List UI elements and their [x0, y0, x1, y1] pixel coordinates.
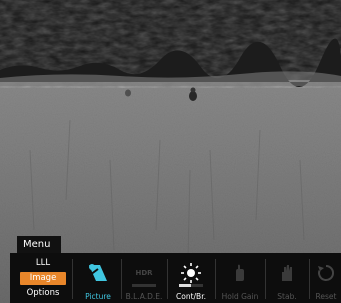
divider	[121, 259, 122, 299]
blade-label: B.L.A.D.E.	[125, 292, 163, 301]
image-menu-bar: LLL Image Options Picture HDR B.L.A.D.E.	[10, 253, 341, 303]
picture-button[interactable]: Picture	[77, 253, 119, 303]
reset-label: Reset	[315, 292, 337, 301]
mode-image[interactable]: Image	[20, 272, 66, 285]
stabilization-icon	[275, 261, 299, 285]
reset-button[interactable]: Reset	[311, 253, 341, 303]
hold-gain-label: Hold Gain	[221, 292, 259, 301]
mode-lll[interactable]: LLL	[20, 257, 66, 270]
contrast-brightness-button[interactable]: Cont/Br.	[169, 253, 213, 303]
divider	[309, 259, 310, 299]
picture-icon	[86, 261, 110, 285]
brightness-level	[179, 284, 203, 287]
mode-options[interactable]: Options	[20, 287, 66, 300]
divider	[72, 259, 73, 299]
blade-button[interactable]: HDR B.L.A.D.E.	[123, 253, 165, 303]
hdr-icon: HDR	[135, 269, 153, 277]
reset-icon	[314, 261, 338, 285]
blade-level	[132, 284, 156, 287]
picture-label: Picture	[85, 292, 111, 301]
stabilization-button[interactable]: Stab.	[267, 253, 307, 303]
mode-selector: LLL Image Options	[14, 253, 70, 303]
thermal-viewport: Menu LLL Image Options Picture HDR B.L.A…	[0, 0, 341, 303]
hand-icon	[228, 261, 252, 285]
hold-gain-button[interactable]: Hold Gain	[217, 253, 263, 303]
divider	[167, 259, 168, 299]
brightness-icon	[179, 261, 203, 285]
menu-title: Menu	[17, 236, 61, 253]
divider	[215, 259, 216, 299]
divider	[265, 259, 266, 299]
contrast-brightness-label: Cont/Br.	[176, 292, 206, 301]
stabilization-label: Stab.	[277, 292, 297, 301]
